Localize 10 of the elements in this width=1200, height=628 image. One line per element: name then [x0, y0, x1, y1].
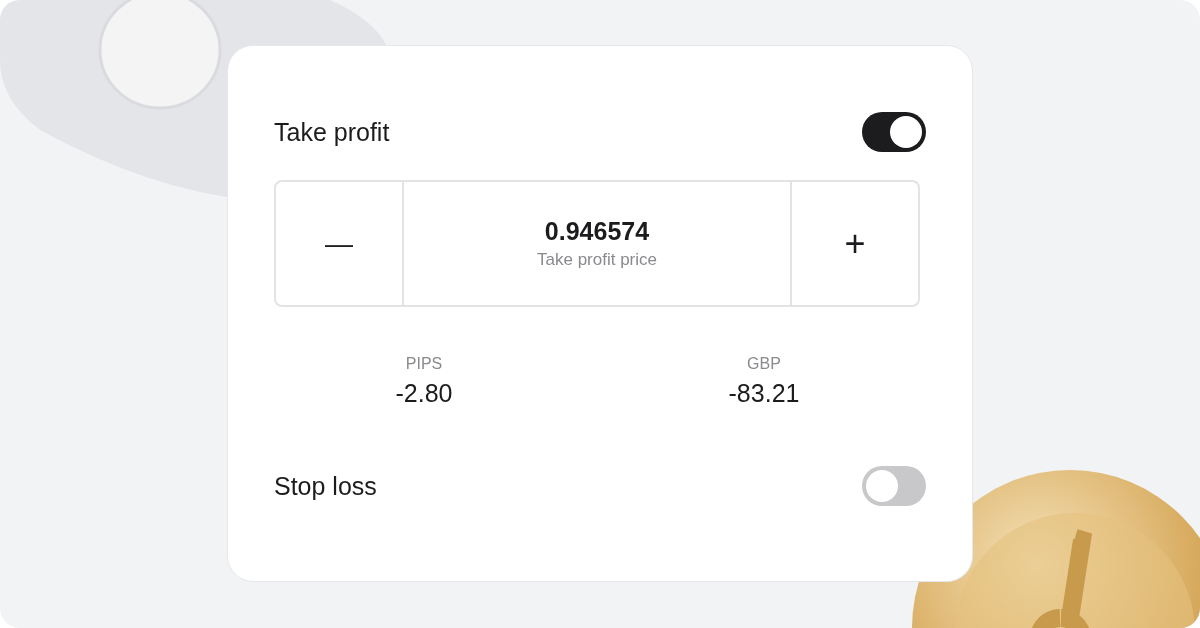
toggle-switch[interactable]: [862, 112, 926, 152]
toggle-label: Stop loss: [274, 471, 377, 501]
stat-value: -83.21: [728, 379, 800, 408]
stat-value: -2.80: [395, 379, 453, 408]
toggle-switch[interactable]: [862, 466, 926, 506]
toggle-label: Take profit: [274, 117, 390, 147]
stat-label: GBP: [747, 355, 781, 373]
price-label: Take profit price: [537, 250, 657, 270]
stat-label: PIPS: [405, 355, 443, 373]
price-value: 0.946574: [544, 217, 650, 246]
